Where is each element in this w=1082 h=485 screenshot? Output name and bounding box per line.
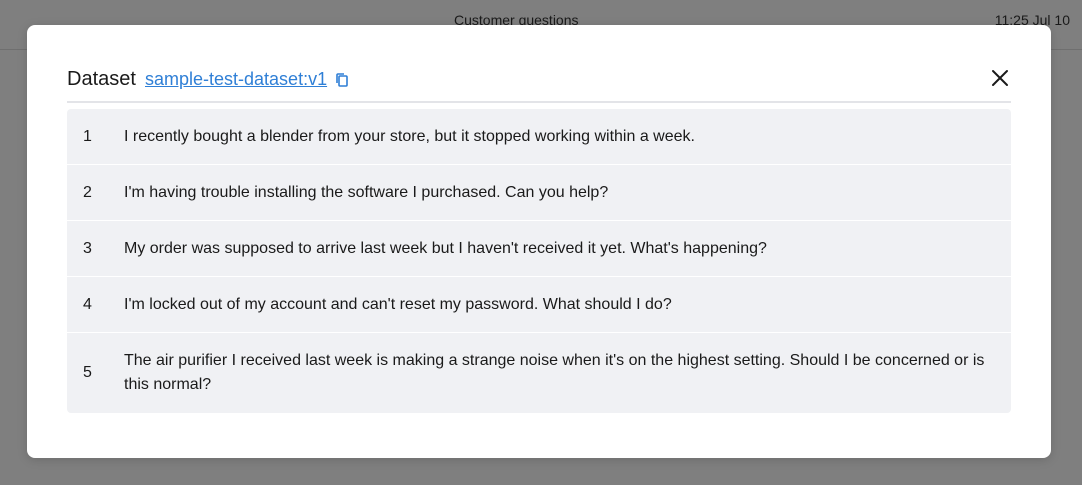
table-row: 3 My order was supposed to arrive last w… [67,221,1011,277]
modal-header: Dataset sample-test-dataset:v1 [67,67,1011,103]
close-icon[interactable] [990,68,1010,88]
row-text: I recently bought a blender from your st… [124,127,695,145]
row-index: 1 [83,127,92,145]
modal-title-label: Dataset [67,68,136,90]
row-index: 2 [83,183,92,201]
table-row: 2 I'm having trouble installing the soft… [67,165,1011,221]
row-index: 4 [83,295,92,313]
dataset-modal: Dataset sample-test-dataset:v1 1 I recen… [27,25,1051,458]
row-text: My order was supposed to arrive last wee… [124,239,767,257]
row-index: 5 [83,364,92,381]
dataset-link[interactable]: sample-test-dataset:v1 [145,69,327,90]
row-text: I'm having trouble installing the softwa… [124,183,609,201]
dataset-rows-table: 1 I recently bought a blender from your … [67,109,1011,413]
table-row: 5 The air purifier I received last week … [67,333,1011,413]
row-text: The air purifier I received last week is… [124,352,985,393]
row-index: 3 [83,239,92,257]
copy-icon[interactable] [335,72,349,88]
table-row: 4 I'm locked out of my account and can't… [67,277,1011,333]
table-row: 1 I recently bought a blender from your … [67,109,1011,165]
row-text: I'm locked out of my account and can't r… [124,295,672,313]
